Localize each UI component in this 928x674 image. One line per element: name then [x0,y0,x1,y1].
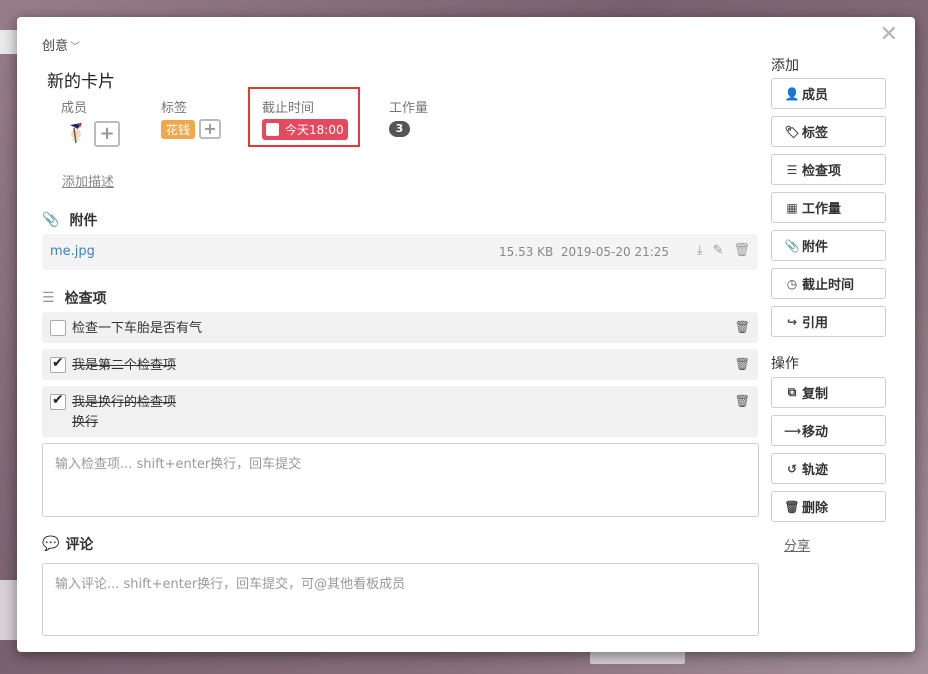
avatar[interactable] [63,119,89,145]
add-label-button[interactable]: + [199,119,221,139]
due-date-value: 今天18:00 [285,123,344,137]
attachment-name-link[interactable]: me.jpg [50,244,95,259]
button-label: 截止时间 [802,278,855,293]
trash-icon[interactable]: 🗑 [733,243,750,258]
paperclip-icon: 📎 [42,212,60,228]
add-member-button[interactable]: + [94,121,120,147]
add-workload-sidebar-button[interactable]: ▦ 工作量 [771,192,886,223]
list-icon: ☰ [786,162,798,177]
checklist-checkbox[interactable] [50,392,66,410]
add-checklist-sidebar-button[interactable]: ☰ 检查项 [771,154,886,185]
download-icon[interactable]: ⤓ [697,243,703,258]
members-field: 成员 + [61,97,151,147]
checklist-item-line: 我是换行的检查项 [72,395,177,410]
due-date-field: 截止时间 今天18:00 [248,87,360,147]
card-title[interactable]: 新的卡片 [47,67,115,92]
ops-section-title: 操作 [771,356,799,372]
list-name-dropdown[interactable]: 创意 ﹀ [42,35,80,54]
add-reference-sidebar-button[interactable]: ↪ 引用 [771,306,886,337]
history-button[interactable]: ↺ 轨迹 [771,453,886,484]
checklist-item: 我是第二个检查项 🗑 [42,349,758,380]
button-label: 工作量 [802,202,842,217]
checklist-item: 检查一下车胎是否有气 🗑 [42,312,758,343]
add-due-date-sidebar-button[interactable]: ◷ 截止时间 [771,268,886,299]
button-label: 成员 [802,88,829,103]
checklist-heading-text: 检查项 [64,291,107,307]
button-label: 检查项 [802,164,842,179]
workload-label: 工作量 [389,101,429,116]
attachment-date: 2019-05-20 21:25 [560,245,670,259]
button-label: 引用 [802,316,829,331]
button-label: 删除 [802,501,829,516]
labels-field: 标签 花钱 + [161,97,251,139]
chevron-down-icon: ﹀ [70,42,81,53]
grid-icon: ▦ [786,200,798,215]
button-label: 附件 [802,240,829,255]
trash-icon[interactable]: 🗑 [735,394,750,408]
move-card-button[interactable]: ⟶ 移动 [771,415,886,446]
arrow-right-icon: ⟶ [784,423,802,438]
tag-icon: 🏷 [784,124,800,139]
checklist-input[interactable]: 输入检查项... shift+enter换行，回车提交 [42,443,759,517]
due-complete-checkbox[interactable] [266,123,279,136]
button-label: 轨迹 [802,463,829,478]
due-date-chip[interactable]: 今天18:00 [262,119,348,140]
user-plus-icon: 👤 [784,86,800,101]
checklist-heading: ☰ 检查项 [42,288,107,308]
close-icon[interactable]: ✕ [880,24,898,46]
checklist-item-text[interactable]: 我是第二个检查项 [72,356,176,376]
label-chip[interactable]: 花钱 [161,120,196,139]
share-link[interactable]: 分享 [784,535,810,554]
checklist-item-line: 换行 [72,415,99,430]
attachment-row: me.jpg 15.53 KB 2019-05-20 21:25 ⤓ ✎ 🗑 [42,234,758,270]
labels-label: 标签 [161,101,188,116]
background-panel [590,650,685,664]
paperclip-icon: 📎 [784,238,800,253]
button-label: 复制 [802,387,829,402]
checklist-checkbox[interactable] [50,355,66,373]
trash-icon: 🗑 [784,499,800,514]
comments-heading: 💬 评论 [42,534,93,554]
attachment-size: 15.53 KB [499,245,554,259]
list-icon: ☰ [42,290,55,306]
card-detail-modal: ✕ 创意 ﹀ 新的卡片 成员 + 标签 花钱 + 截止时间 今天18:00 工作… [17,17,915,652]
add-member-sidebar-button[interactable]: 👤 成员 [771,78,886,109]
button-label: 移动 [802,425,829,440]
copy-icon: ⧉ [787,385,797,399]
due-date-label: 截止时间 [262,101,315,116]
add-label-sidebar-button[interactable]: 🏷 标签 [771,116,886,147]
trash-icon[interactable]: 🗑 [735,320,750,334]
comment-icon: 💬 [42,536,60,552]
delete-card-button[interactable]: 🗑 删除 [771,491,886,522]
attachments-heading: 📎 附件 [42,210,97,230]
checklist-checkbox[interactable] [50,320,66,336]
attachment-meta: 15.53 KB 2019-05-20 21:25 [499,245,669,259]
add-attachment-sidebar-button[interactable]: 📎 附件 [771,230,886,261]
checklist-item-text[interactable]: 我是换行的检查项 换行 [72,393,176,433]
attachments-heading-text: 附件 [69,213,98,229]
workload-field: 工作量 3 [389,97,469,137]
share-arrow-icon: ↪ [786,314,798,329]
workload-badge[interactable]: 3 [389,121,410,137]
trash-icon[interactable]: 🗑 [735,357,750,371]
list-name: 创意 [42,39,69,54]
comment-input[interactable]: 输入评论... shift+enter换行，回车提交，可@其他看板成员 [42,563,759,636]
copy-card-button[interactable]: ⧉ 复制 [771,377,886,408]
checklist-item-text[interactable]: 检查一下车胎是否有气 [72,319,202,339]
members-label: 成员 [61,101,88,116]
comments-heading-text: 评论 [65,537,94,553]
edit-icon[interactable]: ✎ [713,243,724,258]
add-section-title: 添加 [771,58,799,74]
clock-icon: ◷ [786,276,798,291]
add-description-link[interactable]: 添加描述 [62,171,114,190]
attachment-actions: ⤓ ✎ 🗑 [697,243,750,258]
button-label: 标签 [802,126,829,141]
history-icon: ↺ [786,461,798,476]
checklist-item: 我是换行的检查项 换行 🗑 [42,386,758,437]
